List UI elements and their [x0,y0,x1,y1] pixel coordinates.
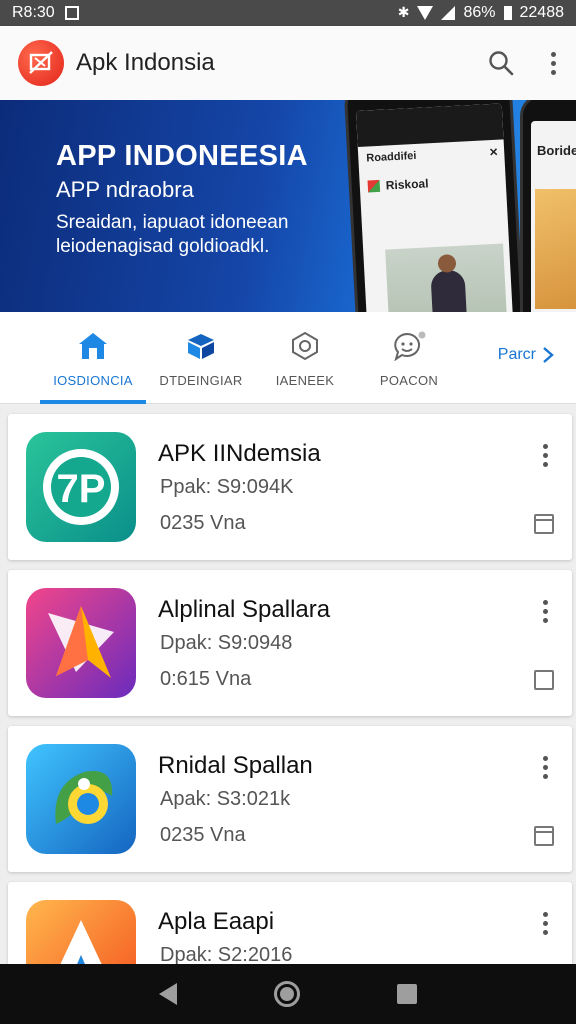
more-vert-icon[interactable] [540,600,550,623]
select-checkbox[interactable] [534,514,554,534]
app-name: APK IINdemsia [158,440,321,467]
banner-copy: APP INDONEESIA APP ndraobra Sreaidan, ia… [56,140,326,259]
phone2-label: Boridel [537,143,576,158]
photo-icon [64,6,79,20]
phone-mockup: Roaddifei ✕ Riskoal [343,100,529,312]
app-chip-icon [367,179,381,193]
chevron-right-icon [543,347,554,363]
banner-subheading: APP ndraobra [56,177,194,202]
app-size: Ppak: S9:094K [160,476,294,498]
wifi-icon [417,6,434,20]
app-icon [26,744,136,854]
recents-icon[interactable] [397,984,418,1004]
tab-label: DTDEINGIAR [159,372,243,388]
app-name: Apla Eaapi [158,908,275,935]
phone2-photo [535,189,576,309]
system-nav-bar [0,964,576,1024]
tab-label: POACON [379,372,439,388]
app-size: Dpak: S9:0948 [160,632,293,654]
app-count: 0:615 Vna [160,668,252,690]
close-icon: ✕ [488,146,499,160]
app-count: 0235 Vna [160,824,246,846]
app-title: Apk Indonsia [76,49,215,76]
svg-text:7P: 7P [57,467,106,511]
status-bar: R8:30 ✱ 86% 22488 [0,0,576,26]
banner-heading: APP INDONEESIA [56,140,308,172]
chat-bubble-icon [392,329,426,363]
tab-popular[interactable]: POACON [362,312,456,404]
home-icon [76,329,110,363]
app-card[interactable]: 7P APK IINdemsia Ppak: S9:094K 0235 Vna [8,414,572,560]
tab-network[interactable]: IAENEEK [258,312,352,404]
battery-percent: 86% [463,4,496,21]
tab-label: IOSDIONCIA [53,372,133,388]
promo-banner[interactable]: APP INDONEESIA APP ndraobra Sreaidan, ia… [0,100,576,312]
phone-photo [385,243,511,312]
tab-indonesia[interactable]: IOSDIONCIA [40,312,146,404]
hexagon-icon [288,329,322,363]
status-left-text: R8:30 [12,4,55,21]
more-tabs-button[interactable]: Parcr [498,346,554,364]
active-tab-indicator [40,400,146,404]
app-bar: Apk Indonsia [0,26,576,100]
tab-design[interactable]: DTDEINGIAR [150,312,252,404]
status-time: 22488 [519,4,565,21]
app-logo-glyph [29,51,53,74]
phone-screen: Roaddifei ✕ Riskoal [355,103,517,312]
phone-screen-secondary: Boridel [531,121,576,312]
box-icon [184,329,218,363]
app-size: Apak: S3:021k [160,788,291,810]
phone-label: Roaddifei [366,149,417,165]
more-vert-icon[interactable] [540,912,550,935]
app-logo[interactable] [18,40,64,86]
signal-icon [441,6,456,20]
person-figure [430,269,468,312]
home-circle-icon[interactable] [273,981,300,1007]
app-icon: 7P [26,432,136,542]
app-name: Alplinal Spallara [158,596,331,623]
select-checkbox[interactable] [534,670,554,690]
more-vert-icon[interactable] [540,756,550,779]
phone-mockup-secondary: Boridel [520,100,576,312]
more-vert-icon[interactable] [540,444,550,467]
back-icon[interactable] [158,983,177,1005]
app-card[interactable]: Alplinal Spallara Dpak: S9:0948 0:615 Vn… [8,570,572,716]
phone-item-label: Riskoal [385,176,429,193]
category-tabs: IOSDIONCIA DTDEINGIAR IAENEEK POACON Par… [0,312,576,404]
bluetooth-icon: ✱ [397,5,410,21]
battery-icon [503,6,512,20]
search-icon[interactable] [488,50,514,76]
app-count: 0235 Vna [160,512,246,534]
tab-label: IAENEEK [275,372,335,388]
app-name: Rnidal Spallan [158,752,313,779]
more-vert-icon[interactable] [548,51,558,75]
app-card[interactable]: Rnidal Spallan Apak: S3:021k 0235 Vna [8,726,572,872]
banner-description: Sreaidan, iapuaot idoneean leiodenagisad… [56,212,289,257]
select-checkbox[interactable] [534,826,554,846]
more-tabs-label: Parcr [497,346,536,363]
app-icon [26,588,136,698]
